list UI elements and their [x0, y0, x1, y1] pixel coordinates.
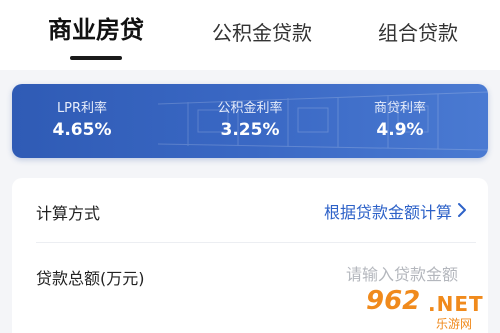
chevron-right-icon — [458, 203, 466, 217]
interest-rate-card: LPR利率 4.65% 公积金利率 3.25% 商贷利率 4.9% — [12, 84, 488, 158]
calc-method-row[interactable]: 计算方式 根据贷款金额计算 — [12, 178, 488, 243]
tab-combined-loan[interactable]: 组合贷款 — [368, 16, 468, 50]
commercial-rate-value: 4.9% — [376, 120, 424, 140]
commercial-rate-label: 商贷利率 — [373, 101, 426, 116]
provident-fund-rate: 公积金利率 3.25% — [180, 84, 320, 158]
calc-method-label: 计算方式 — [36, 204, 101, 223]
active-tab-indicator — [70, 56, 122, 60]
watermark-number: 962 — [366, 286, 421, 316]
site-watermark-logo: 962 .NET 乐游网 — [360, 286, 500, 333]
lpr-rate-label: LPR利率 — [56, 101, 108, 116]
lpr-rate-value: 4.65% — [52, 120, 112, 140]
watermark-domain: .NET — [428, 292, 484, 316]
loan-amount-input[interactable] — [258, 260, 458, 288]
loan-amount-label: 贷款总额(万元) — [36, 269, 145, 288]
tab-commercial-loan[interactable]: 商业房贷 — [40, 13, 152, 47]
watermark-site-name: 乐游网 — [436, 317, 473, 331]
tab-provident-fund-loan[interactable]: 公积金贷款 — [205, 16, 319, 50]
lpr-rate: LPR利率 4.65% — [12, 84, 152, 158]
calc-method-value[interactable]: 根据贷款金额计算 — [324, 199, 452, 223]
loan-type-tabs: 商业房贷 公积金贷款 组合贷款 — [0, 0, 500, 70]
provident-fund-rate-label: 公积金利率 — [217, 101, 283, 116]
commercial-rate: 商贷利率 4.9% — [330, 84, 470, 158]
provident-fund-rate-value: 3.25% — [220, 120, 280, 140]
